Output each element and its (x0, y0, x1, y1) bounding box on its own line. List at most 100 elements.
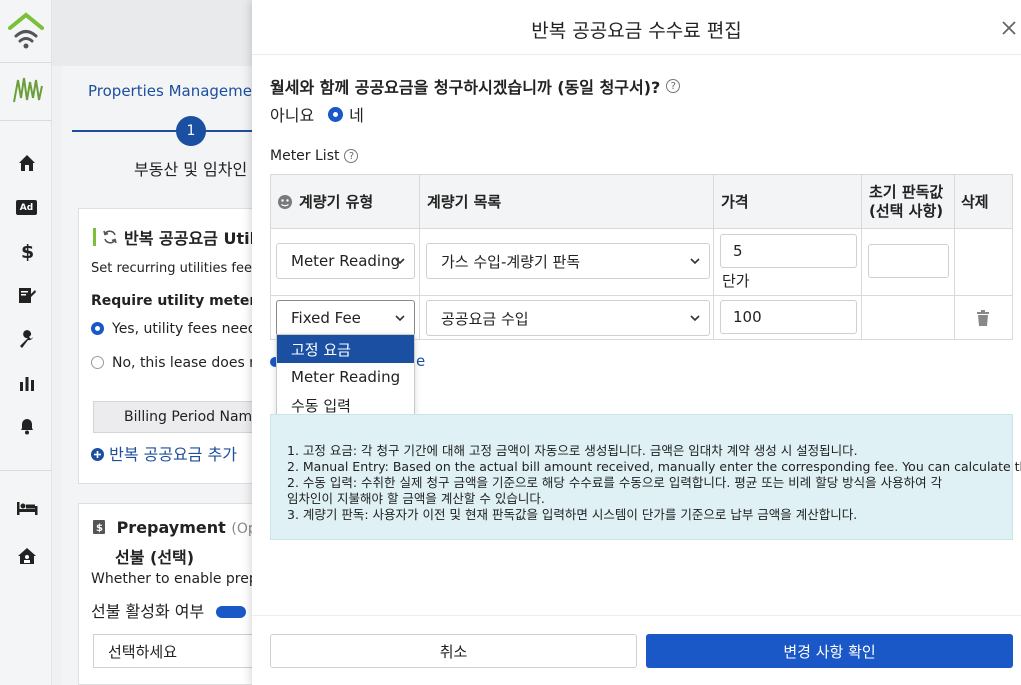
bill-with-rent-options: 아니요 네 (270, 102, 364, 126)
house-person-icon[interactable] (14, 543, 40, 569)
meter-list-label: Meter List ? (270, 148, 359, 164)
header-meter-type-text: 계량기 유형 (299, 192, 374, 211)
trash-icon[interactable] (974, 309, 992, 327)
dollar-icon[interactable]: $ (14, 238, 40, 264)
row1-price-input[interactable]: 5 (720, 234, 857, 268)
row1-meter-type-select[interactable]: Meter Reading (276, 243, 415, 279)
add-link-label: 반복 공공요금 추가 (109, 445, 238, 464)
info-line: 1. 고정 요금: 각 청구 기간에 대해 고정 금액이 자동으로 생성됩니다.… (287, 443, 858, 458)
prepayment-subtitle: 선불 (선택) (115, 548, 195, 567)
radio-unselected-icon (91, 356, 104, 369)
step-tab-properties[interactable]: Properties Management I (88, 82, 277, 100)
header-initial-reading-line1: 초기 판독값 (869, 183, 944, 201)
prepayment-select[interactable]: 선택하세요 (93, 634, 252, 668)
option-no[interactable]: 아니요 (270, 102, 314, 126)
help-icon[interactable]: ? (666, 79, 681, 93)
row1-unit-label: 단가 (722, 272, 750, 290)
row1-meter-list-select[interactable]: 가스 수입-계량기 판독 (426, 243, 710, 279)
header-initial-reading-line2: (선택 사항) (869, 202, 944, 220)
recurring-utilities-card: 반복 공공요금 Utili Set recurring utilities fe… (78, 208, 252, 484)
cancel-button[interactable]: 취소 (270, 634, 637, 668)
modal-header-divider (252, 54, 1021, 55)
bell-icon[interactable] (14, 413, 40, 439)
footer-divider (252, 615, 1021, 616)
row2-meter-type-value: Fixed Fee (291, 309, 361, 327)
chevron-down-icon (395, 315, 405, 322)
meter-type-dropdown: 고정 요금 Meter Reading 수동 입력 (276, 334, 415, 420)
metering-option-no[interactable]: No, this lease does nou (91, 355, 252, 371)
prepayment-description: Whether to enable prepa (91, 571, 252, 587)
row2-meter-list-value: 공공요금 수입 (441, 309, 529, 328)
edit-recurring-utility-modal: 반복 공공요금 수수료 편집 월세와 함께 공공요금을 청구하시겠습니까 (동일… (252, 0, 1021, 685)
option-yes-label: Yes, utility fees need te (112, 321, 252, 337)
info-line: 3. 계량기 판독: 사용자가 이전 및 현재 판독값을 입력하면 시스템이 단… (287, 507, 858, 522)
meter-list-text: Meter List (270, 148, 340, 164)
ad-icon[interactable]: Ad (16, 200, 37, 215)
row1-meter-type-value: Meter Reading (291, 252, 401, 270)
option-no-label: No, this lease does nou (112, 355, 252, 371)
chevron-down-icon (690, 258, 700, 265)
row2-meter-list-select[interactable]: 공공요금 수입 (426, 300, 710, 336)
svg-text:$: $ (96, 523, 103, 534)
radio-yes-selected-icon[interactable] (328, 106, 344, 122)
metering-question: Require utility metering? (91, 293, 252, 309)
home-icon[interactable] (14, 150, 40, 176)
accent-bar (93, 228, 96, 246)
option-yes[interactable]: 네 (349, 102, 364, 126)
confirm-changes-button[interactable]: 변경 사항 확인 (646, 634, 1013, 668)
bar-chart-icon[interactable] (14, 370, 40, 396)
add-recurring-utility-link[interactable]: 반복 공공요금 추가 (91, 441, 237, 465)
billing-period-button[interactable]: Billing Period Namea (93, 401, 252, 433)
close-button[interactable] (997, 18, 1021, 42)
metering-option-yes[interactable]: Yes, utility fees need te (91, 321, 252, 337)
bed-icon[interactable] (14, 495, 40, 521)
document-edit-icon[interactable] (14, 282, 40, 308)
meter-help-icon[interactable]: ? (344, 149, 359, 163)
card-description: Set recurring utilities fee ite (91, 261, 252, 276)
header-price: 가격 (721, 192, 749, 211)
prepayment-toggle-row: 선불 활성화 여부 (91, 598, 247, 622)
question-text: 월세와 함께 공공요금을 청구하시겠습니까 (동일 청구서)? (270, 78, 661, 97)
plus-circle-icon (91, 448, 104, 461)
prepayment-title-text: Prepayment (116, 518, 226, 537)
step-progress-line (72, 130, 252, 132)
info-line: 임차인이 지불해야 할 금액을 계산할 수 있습니다. (287, 491, 545, 506)
hidden-text-fragment: e (416, 352, 426, 370)
house-wifi-logo-icon (8, 12, 44, 49)
card-title: 반복 공공요금 Utili (93, 225, 252, 249)
nav-rail: Ad $ (0, 0, 52, 685)
info-line: 2. 수동 입력: 수취한 실제 청구 금액을 기준으로 해당 수수료를 수동으… (287, 475, 943, 490)
bill-with-rent-question: 월세와 함께 공공요금을 청구하시겠습니까 (동일 청구서)? ? (270, 74, 681, 98)
dropdown-option-meter-reading[interactable]: Meter Reading (277, 363, 414, 391)
card-title-text: 반복 공공요금 Utili (124, 229, 252, 248)
prepayment-toggle[interactable] (216, 606, 247, 618)
meter-gauge-icon (278, 195, 292, 209)
close-icon (1002, 21, 1016, 35)
row-divider (271, 295, 1012, 296)
header-initial-reading: 초기 판독값 (선택 사항) (869, 175, 943, 229)
row2-price-input[interactable]: 100 (720, 300, 857, 334)
prepayment-card: $ Prepayment (Options 선불 (선택) Whether to… (78, 503, 252, 685)
row2-meter-type-select[interactable]: Fixed Fee (276, 300, 415, 336)
chevron-down-icon (690, 315, 700, 322)
header-bar (52, 0, 252, 66)
dollar-doc-icon: $ (93, 520, 105, 534)
step-number-badge: 1 (176, 116, 206, 146)
radio-selected-icon (91, 322, 104, 335)
prepayment-title-suffix: (Options (231, 521, 252, 537)
step-label: 부동산 및 임차인 (134, 160, 248, 179)
grass-logo-icon (13, 77, 43, 103)
chevron-down-icon (395, 258, 405, 265)
svg-text:$: $ (21, 241, 34, 262)
header-meter-list: 계량기 목록 (427, 192, 502, 211)
refresh-icon (103, 230, 117, 244)
info-box: 1. 고정 요금: 각 청구 기간에 대해 고정 금액이 자동으로 생성됩니다.… (270, 414, 1021, 540)
modal-title: 반복 공공요금 수수료 편집 (531, 20, 742, 42)
prepayment-toggle-label: 선불 활성화 여부 (91, 602, 205, 621)
prepayment-title: $ Prepayment (Options (93, 518, 252, 537)
wrench-icon[interactable] (14, 326, 40, 352)
dropdown-option-fixed-fee[interactable]: 고정 요금 (277, 335, 414, 363)
info-line: 2. Manual Entry: Based on the actual bil… (287, 459, 1021, 474)
row1-meter-list-value: 가스 수입-계량기 판독 (441, 252, 581, 271)
row1-initial-reading-input[interactable] (868, 244, 949, 278)
